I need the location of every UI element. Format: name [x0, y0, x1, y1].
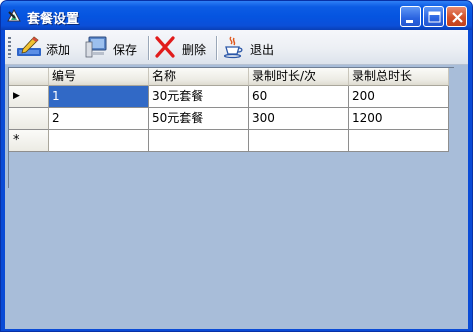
grid-cell[interactable]: 1200	[349, 108, 449, 130]
grid-cell[interactable]	[349, 130, 449, 152]
minimize-icon	[406, 20, 413, 23]
grid-cell[interactable]: 60	[249, 86, 349, 108]
grid-cell[interactable]: 300	[249, 108, 349, 130]
grid-cell[interactable]	[149, 130, 249, 152]
add-edit-icon	[15, 35, 41, 59]
new-row[interactable]: *	[9, 130, 455, 152]
save-label: 保存	[113, 43, 138, 57]
exit-button[interactable]: 退出	[221, 34, 281, 61]
delete-button[interactable]: 删除	[153, 34, 213, 61]
column-header[interactable]: 名称	[149, 68, 249, 86]
grid-cell[interactable]	[249, 130, 349, 152]
delete-x-icon	[153, 35, 177, 59]
maximize-button[interactable]	[423, 6, 444, 27]
app-window: 套餐设置 添加 保存 删除 退出 编号 名称 录制时长/次 录制总时长 ▶ 1 …	[0, 0, 473, 332]
current-row-arrow-icon: ▶	[13, 91, 20, 101]
column-header[interactable]: 录制时长/次	[249, 68, 349, 86]
close-button[interactable]	[446, 6, 467, 27]
column-header[interactable]: 录制总时长	[349, 68, 449, 86]
grid-cell[interactable]: 1	[49, 86, 149, 108]
delete-label: 删除	[182, 43, 207, 57]
title-bar[interactable]: 套餐设置	[1, 1, 472, 30]
row-header[interactable]: ▶	[9, 86, 49, 108]
minimize-button[interactable]	[400, 6, 421, 27]
client-area: 添加 保存 删除 退出 编号 名称 录制时长/次 录制总时长 ▶ 1 30元套餐…	[5, 30, 468, 329]
java-cup-icon	[221, 35, 245, 59]
computer-icon	[83, 35, 107, 59]
row-header[interactable]: *	[9, 130, 49, 152]
grid-cell[interactable]: 30元套餐	[149, 86, 249, 108]
close-icon	[452, 12, 463, 23]
table-row[interactable]: ▶ 1 30元套餐 60 200	[9, 86, 455, 108]
grid-header-row: 编号 名称 录制时长/次 录制总时长	[9, 68, 455, 86]
app-icon	[6, 7, 22, 23]
grid-cell[interactable]	[49, 130, 149, 152]
new-row-asterisk-icon: *	[13, 133, 20, 148]
toolbar-separator	[148, 36, 150, 60]
row-header[interactable]	[9, 108, 49, 130]
table-row[interactable]: 2 50元套餐 300 1200	[9, 108, 455, 130]
window-title: 套餐设置	[27, 12, 80, 27]
add-button[interactable]: 添加	[15, 34, 75, 61]
grid-cell[interactable]: 200	[349, 86, 449, 108]
toolbar-grip[interactable]	[8, 37, 11, 58]
grid-cell[interactable]: 2	[49, 108, 149, 130]
row-header-corner[interactable]	[9, 68, 49, 86]
toolbar: 添加 保存 删除 退出	[5, 30, 468, 65]
data-grid[interactable]: 编号 名称 录制时长/次 录制总时长 ▶ 1 30元套餐 60 200 2 50…	[8, 67, 454, 188]
column-header[interactable]: 编号	[49, 68, 149, 86]
add-label: 添加	[46, 43, 71, 57]
save-button[interactable]: 保存	[83, 34, 143, 61]
maximize-icon	[428, 11, 441, 23]
exit-label: 退出	[250, 43, 275, 57]
toolbar-separator	[216, 36, 218, 60]
grid-cell[interactable]: 50元套餐	[149, 108, 249, 130]
